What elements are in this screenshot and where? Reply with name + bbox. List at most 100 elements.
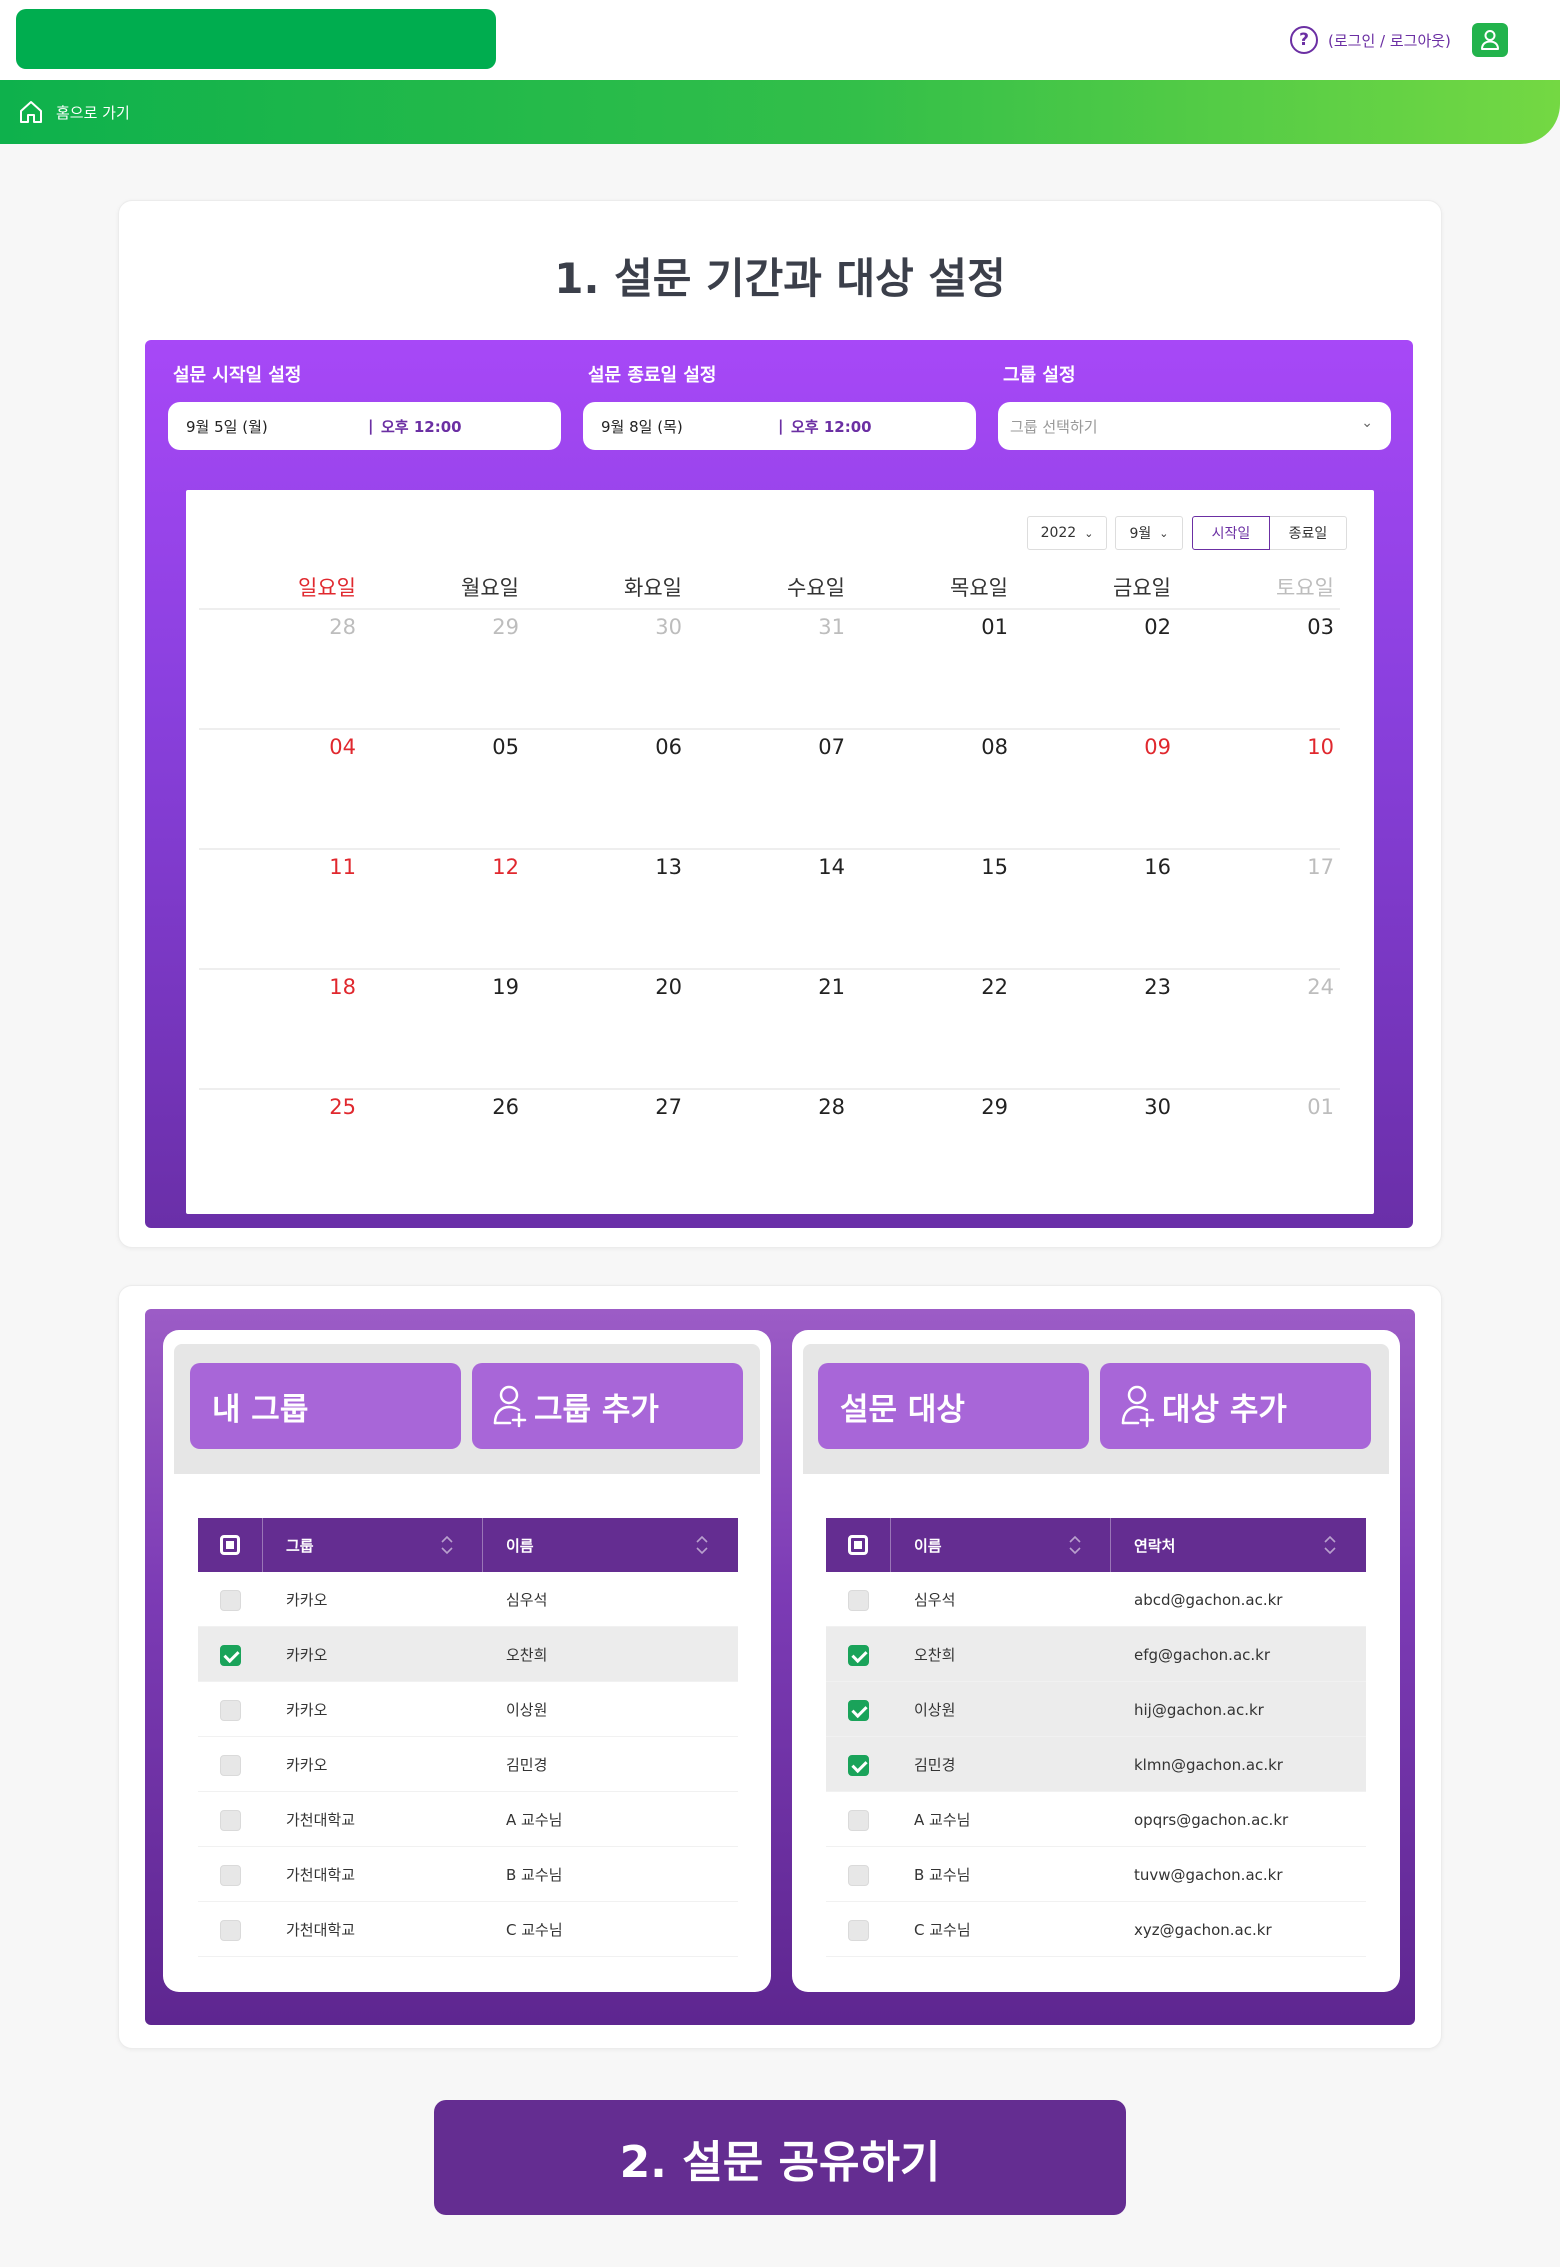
calendar-day[interactable]: 26	[369, 1095, 519, 1119]
calendar-day[interactable]: 28	[695, 1095, 845, 1119]
user-profile-button[interactable]	[1472, 23, 1508, 57]
calendar-day[interactable]: 03	[1184, 615, 1334, 639]
calendar-day[interactable]: 31	[695, 615, 845, 639]
row-checkbox[interactable]	[220, 1645, 241, 1666]
column-header-group[interactable]: 그룹	[286, 1518, 314, 1572]
column-header-contact[interactable]: 연락처	[1134, 1518, 1175, 1572]
sort-icon[interactable]	[1323, 1535, 1337, 1555]
brand-logo[interactable]	[16, 9, 496, 69]
calendar-day[interactable]: 29	[858, 1095, 1008, 1119]
calendar-day[interactable]: 13	[532, 855, 682, 879]
row-checkbox[interactable]	[220, 1700, 241, 1721]
calendar-day[interactable]: 08	[858, 735, 1008, 759]
table-row[interactable]: 오찬희 efg@gachon.ac.kr	[826, 1627, 1366, 1682]
table-row[interactable]: 가천대학교 B 교수님	[198, 1847, 738, 1902]
day-divider	[688, 968, 851, 970]
table-row[interactable]: 카카오 김민경	[198, 1737, 738, 1792]
calendar-day[interactable]: 22	[858, 975, 1008, 999]
row-checkbox[interactable]	[848, 1645, 869, 1666]
calendar-day[interactable]: 25	[206, 1095, 356, 1119]
help-icon[interactable]: ?	[1290, 26, 1318, 54]
table-row[interactable]: 심우석 abcd@gachon.ac.kr	[826, 1572, 1366, 1627]
column-header-name[interactable]: 이름	[914, 1518, 942, 1572]
calendar-day[interactable]: 07	[695, 735, 845, 759]
calendar-day[interactable]: 05	[369, 735, 519, 759]
row-checkbox[interactable]	[220, 1590, 241, 1611]
table-row[interactable]: 카카오 오찬희	[198, 1627, 738, 1682]
row-checkbox[interactable]	[848, 1590, 869, 1611]
start-date-value: 9월 5일 (월)	[186, 417, 268, 436]
calendar-day[interactable]: 24	[1184, 975, 1334, 999]
row-checkbox[interactable]	[220, 1755, 241, 1776]
calendar-day[interactable]: 20	[532, 975, 682, 999]
group-select[interactable]: 그룹 선택하기 ⌄	[998, 402, 1391, 450]
end-time-value[interactable]: 오후 12:00	[791, 416, 872, 437]
calendar-day[interactable]: 23	[1021, 975, 1171, 999]
table-row[interactable]: 카카오 심우석	[198, 1572, 738, 1627]
month-select[interactable]: 9월 ⌄	[1115, 516, 1183, 550]
contact-cell: tuvw@gachon.ac.kr	[1134, 1865, 1283, 1884]
row-checkbox[interactable]	[848, 1810, 869, 1831]
start-mode-tab[interactable]: 시작일	[1192, 516, 1270, 550]
share-survey-button[interactable]: 2. 설문 공유하기	[434, 2100, 1126, 2215]
day-divider	[688, 848, 851, 850]
calendar-day[interactable]: 19	[369, 975, 519, 999]
calendar-day[interactable]: 28	[206, 615, 356, 639]
end-date-field[interactable]: 9월 8일 (목) | 오후 12:00	[583, 402, 976, 450]
table-row[interactable]: B 교수님 tuvw@gachon.ac.kr	[826, 1847, 1366, 1902]
calendar-day[interactable]: 01	[1184, 1095, 1334, 1119]
calendar-day[interactable]: 09	[1021, 735, 1171, 759]
login-logout-link[interactable]: (로그인 / 로그아웃)	[1328, 30, 1451, 51]
select-all-checkbox[interactable]	[220, 1535, 240, 1555]
sort-icon[interactable]	[695, 1535, 709, 1555]
row-checkbox[interactable]	[220, 1865, 241, 1886]
row-checkbox[interactable]	[848, 1865, 869, 1886]
sort-icon[interactable]	[1068, 1535, 1082, 1555]
calendar-day[interactable]: 12	[369, 855, 519, 879]
calendar-day[interactable]: 30	[1021, 1095, 1171, 1119]
survey-targets-tab[interactable]: 설문 대상	[818, 1363, 1089, 1449]
weekday-label: 목요일	[950, 576, 1008, 600]
calendar-day[interactable]: 30	[532, 615, 682, 639]
calendar-day[interactable]: 14	[695, 855, 845, 879]
calendar-day[interactable]: 06	[532, 735, 682, 759]
table-row[interactable]: 김민경 klmn@gachon.ac.kr	[826, 1737, 1366, 1792]
table-row[interactable]: 가천대학교 A 교수님	[198, 1792, 738, 1847]
home-link[interactable]: 홈으로 가기	[56, 102, 130, 123]
column-header-name[interactable]: 이름	[506, 1518, 534, 1572]
table-row[interactable]: C 교수님 xyz@gachon.ac.kr	[826, 1902, 1366, 1957]
calendar-day[interactable]: 29	[369, 615, 519, 639]
calendar-day[interactable]: 15	[858, 855, 1008, 879]
row-checkbox[interactable]	[220, 1810, 241, 1831]
home-icon[interactable]	[18, 100, 44, 124]
calendar-day[interactable]: 02	[1021, 615, 1171, 639]
calendar-day[interactable]: 16	[1021, 855, 1171, 879]
table-row[interactable]: 카카오 이상원	[198, 1682, 738, 1737]
year-select[interactable]: 2022 ⌄	[1027, 516, 1107, 550]
row-checkbox[interactable]	[848, 1920, 869, 1941]
day-divider	[525, 608, 688, 610]
table-row[interactable]: 이상원 hij@gachon.ac.kr	[826, 1682, 1366, 1737]
calendar-day[interactable]: 27	[532, 1095, 682, 1119]
calendar-day[interactable]: 11	[206, 855, 356, 879]
add-target-button[interactable]: 대상 추가	[1100, 1363, 1371, 1449]
calendar-day[interactable]: 17	[1184, 855, 1334, 879]
calendar-day[interactable]: 10	[1184, 735, 1334, 759]
calendar-day[interactable]: 01	[858, 615, 1008, 639]
end-mode-tab[interactable]: 종료일	[1269, 516, 1347, 550]
table-row[interactable]: 가천대학교 C 교수님	[198, 1902, 738, 1957]
calendar-day[interactable]: 04	[206, 735, 356, 759]
row-checkbox[interactable]	[848, 1755, 869, 1776]
day-divider	[199, 608, 362, 610]
calendar-day[interactable]: 21	[695, 975, 845, 999]
select-all-checkbox[interactable]	[848, 1535, 868, 1555]
row-checkbox[interactable]	[220, 1920, 241, 1941]
add-group-button[interactable]: 그룹 추가	[472, 1363, 743, 1449]
my-groups-tab[interactable]: 내 그룹	[190, 1363, 461, 1449]
calendar-day[interactable]: 18	[206, 975, 356, 999]
sort-icon[interactable]	[440, 1535, 454, 1555]
table-row[interactable]: A 교수님 opqrs@gachon.ac.kr	[826, 1792, 1366, 1847]
start-date-field[interactable]: 9월 5일 (월) | 오후 12:00	[168, 402, 561, 450]
row-checkbox[interactable]	[848, 1700, 869, 1721]
start-time-value[interactable]: 오후 12:00	[381, 416, 462, 437]
